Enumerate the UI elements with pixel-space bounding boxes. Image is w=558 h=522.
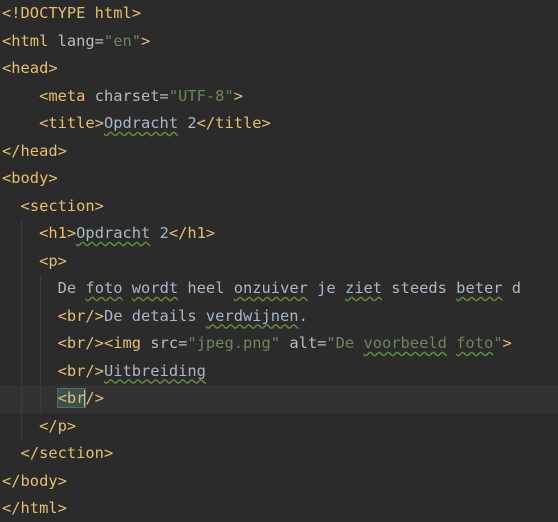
tag-token: <br/> [57, 334, 104, 352]
tag-token: </title> [196, 114, 271, 132]
text-token: steeds [382, 279, 457, 297]
tag-token: /> [85, 389, 104, 407]
code-line: <h1>Opdracht 2</h1> [0, 220, 558, 248]
tag-token: </p> [39, 416, 77, 435]
tag-token: <br/> [57, 361, 104, 380]
spelling-flagged-word: voorbeeld [363, 334, 447, 352]
tag-token: <title> [39, 114, 104, 132]
spelling-flagged-word: Uitbreiding [103, 361, 206, 380]
spelling-flagged-word: verdwijnen [205, 306, 299, 325]
text-token: 2 [150, 224, 169, 242]
tag-token: <section> [20, 196, 104, 215]
tag-token: > [502, 334, 512, 352]
string-token: " [493, 334, 503, 352]
tag-token: </h1> [168, 224, 216, 242]
code-line: <!DOCTYPE html> [0, 0, 558, 28]
tag-token: <br/> [57, 306, 104, 325]
code-line: <section> [0, 193, 558, 221]
code-line: <body> [0, 165, 558, 193]
string-token: "De [326, 334, 364, 352]
text-token: . [298, 306, 308, 325]
text-token: De details [103, 306, 206, 325]
code-line: <p> [0, 247, 558, 275]
code-line: </html> [0, 495, 558, 522]
string-token: "UTF-8" [168, 86, 234, 105]
code-line: <meta charset="UTF-8"> [0, 83, 558, 111]
code-line: </body> [0, 468, 558, 496]
tag-token: > [141, 31, 151, 50]
tag-token: <meta [39, 86, 86, 105]
tag-token: </head> [2, 141, 67, 160]
code-line: <head> [0, 55, 558, 83]
matched-bracket: <br [56, 388, 87, 408]
tag-token: </body> [2, 471, 67, 490]
tag-token: > [233, 86, 243, 105]
tag-token: <h1> [39, 224, 77, 242]
attr-token: charset= [85, 86, 169, 105]
code-line: <br/>De details verdwijnen. [0, 302, 558, 330]
text-token: d [502, 279, 522, 297]
current-line[interactable]: <br/> [0, 385, 558, 413]
doctype-token: <!DOCTYPE html> [2, 4, 141, 22]
tag-token: </html> [2, 499, 67, 517]
tag-token: <p> [39, 251, 67, 270]
code-line: <br/>Uitbreiding [0, 357, 558, 385]
spelling-flagged-word: Opdracht [103, 114, 179, 132]
string-token [447, 334, 456, 352]
tag-token: <body> [2, 169, 58, 187]
code-line: De foto wordt heel onzuiver je ziet stee… [0, 275, 558, 303]
spelling-flagged-word: foto [85, 279, 123, 297]
string-token: "jpeg.png" [187, 334, 281, 352]
text-token: De [57, 279, 86, 297]
tag-token: <head> [2, 59, 58, 77]
spelling-flagged-word: onzuiver [233, 279, 308, 297]
text-token: 2 [178, 114, 197, 132]
attr-token: src= [141, 334, 188, 352]
spelling-flagged-word: Opdracht [76, 224, 151, 242]
code-line: <html lang="en"> [0, 28, 558, 56]
code-line: </section> [0, 440, 558, 468]
spelling-flagged-word: beter [456, 279, 503, 297]
text-token: je [307, 279, 345, 297]
code-line: </p> [0, 412, 558, 440]
spelling-flagged-word: foto [456, 334, 494, 352]
text-token: heel [178, 279, 234, 297]
code-line: <br/><img src="jpeg.png" alt="De voorbee… [0, 330, 558, 358]
tag-token: <img [103, 334, 142, 352]
attr-token: alt= [280, 334, 327, 352]
spelling-flagged-word: ziet [344, 279, 383, 297]
code-editor[interactable]: <!DOCTYPE html> <html lang="en"> <head> … [0, 0, 558, 522]
tag-token: </section> [20, 444, 114, 462]
code-line: </head> [0, 138, 558, 166]
spelling-flagged-word: wordt [131, 279, 179, 297]
tag-token: <html [2, 31, 49, 50]
attr-token: lang= [48, 31, 104, 50]
string-token: "en" [103, 31, 142, 50]
code-line: <title>Opdracht 2</title> [0, 110, 558, 138]
